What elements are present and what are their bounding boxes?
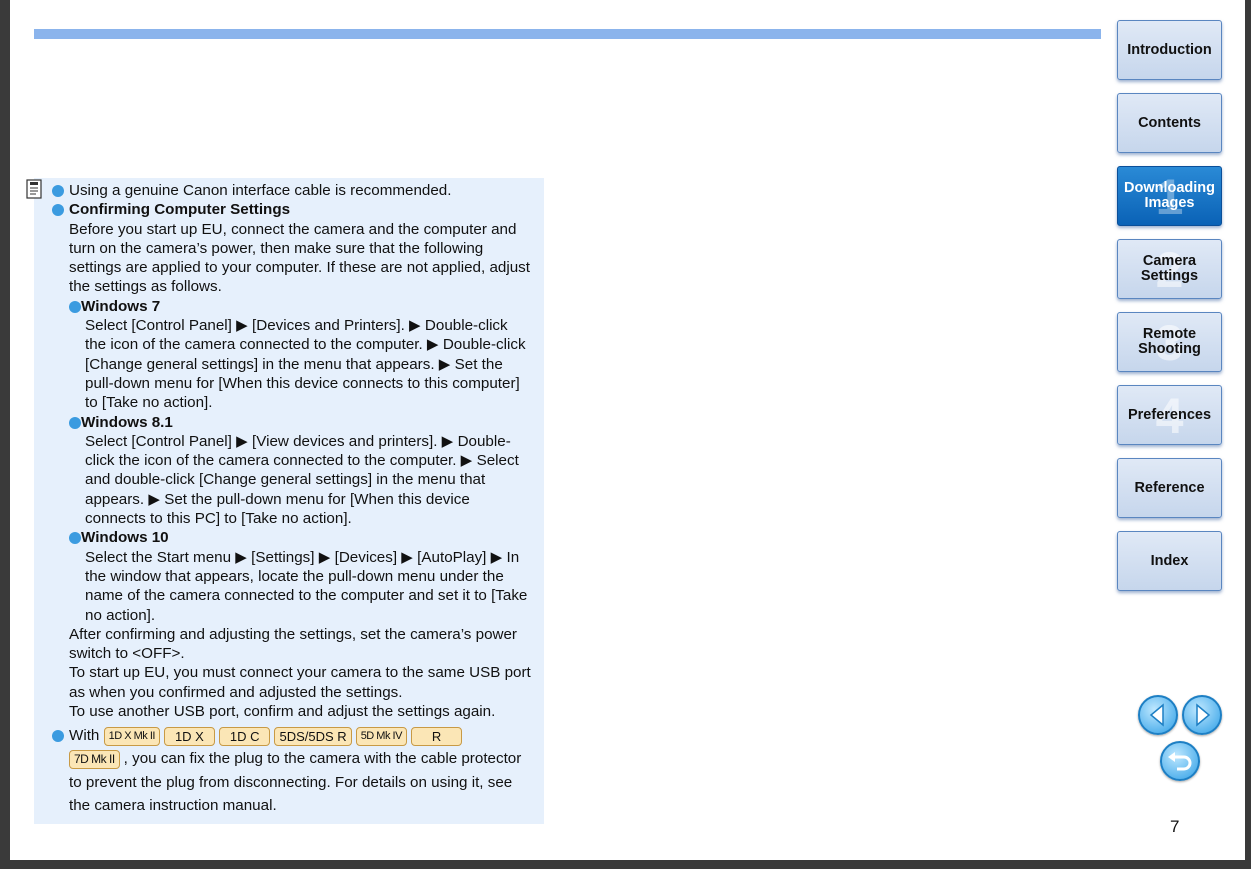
win81-text: Select [Control Panel] ▶ [View devices a… [85, 432, 519, 528]
note-content: Using a genuine Canon interface cable is… [52, 181, 532, 818]
win7-text: Select [Control Panel] ▶ [Devices and Pr… [85, 317, 526, 412]
win7-title: Windows 7 [81, 297, 161, 315]
nav-preferences-button[interactable]: 4 Preferences [1117, 385, 1222, 445]
note-text: Using a genuine Canon interface cable is… [69, 182, 452, 199]
nav-remote-shooting-button[interactable]: 3 Remote Shooting [1117, 312, 1222, 372]
nav-contents-button[interactable]: Contents [1117, 93, 1222, 153]
camera-badge: 1D C [218, 726, 271, 746]
nav-label: Index [1150, 552, 1189, 569]
bullet-dot-icon [69, 532, 81, 545]
nav-label: Preferences [1127, 406, 1212, 423]
bullet-dot-icon [52, 730, 64, 743]
return-icon [1168, 752, 1192, 771]
nav-reference-button[interactable]: Reference [1117, 458, 1222, 518]
camera-badge: 5DS/5DS R [274, 726, 352, 746]
camera-badge: 1D X Mk II [103, 726, 160, 746]
bullet-dot-icon [52, 204, 64, 217]
bullet-dot-icon [69, 416, 81, 429]
section-heading: Confirming Computer Settings [69, 201, 291, 219]
settings-intro: Before you start up EU, connect the came… [69, 220, 530, 296]
nav-introduction-button[interactable]: Introduction [1117, 20, 1222, 80]
nav-camera-settings-button[interactable]: 2 Camera Settings [1117, 239, 1222, 299]
protector-text: , you can fix the plug to the camera wit… [69, 750, 522, 815]
nav-label-line: Settings [1140, 268, 1199, 284]
nav-label: Reference [1134, 479, 1205, 496]
nav-downloading-images-button[interactable]: 1 Downloading Images [1117, 166, 1222, 226]
bullet-dot-icon [52, 185, 64, 197]
win81-heading: Windows 8.1 [52, 413, 532, 432]
win7-heading: Windows 7 [52, 297, 532, 316]
win10-text: Select the Start menu ▶ [Settings] ▶ [De… [85, 548, 528, 624]
note-bullet-settings: Confirming Computer Settings [52, 200, 532, 219]
nav-label: Camera Settings [1141, 254, 1198, 284]
nav-label: Introduction [1127, 41, 1212, 58]
nav-label-line: Camera [1142, 253, 1197, 269]
after-confirm-text: After confirming and adjusting the setti… [69, 625, 517, 663]
arrow-right-icon [1196, 703, 1211, 727]
arrow-left-icon [1149, 703, 1164, 727]
memo-icon [26, 179, 42, 199]
header-bar [34, 29, 1101, 39]
protector-text-block: 7D Mk II, you can fix the plug to the ca… [52, 747, 532, 818]
start-eu-text: To start up EU, you must connect your ca… [69, 664, 531, 701]
nav-label: Downloading Images [1124, 181, 1215, 211]
previous-page-button[interactable] [1138, 695, 1178, 735]
next-page-button[interactable] [1182, 695, 1222, 735]
win10-title: Windows 10 [81, 529, 169, 547]
nav-label-line: Images [1144, 195, 1195, 211]
nav-label-line: Downloading [1123, 180, 1215, 196]
camera-badge: 5D Mk IV [355, 726, 407, 746]
nav-index-button[interactable]: Index [1117, 531, 1222, 591]
return-button[interactable] [1160, 741, 1200, 781]
camera-badge: R [410, 726, 463, 746]
camera-badge: 1D X [163, 726, 215, 746]
nav-label-line: Remote [1142, 326, 1197, 342]
win10-heading: Windows 10 [52, 528, 532, 547]
win81-title: Windows 8.1 [81, 413, 173, 431]
with-label: With [69, 727, 100, 745]
note-bullet-protector: With 1D X Mk II 1D X 1D C 5DS/5DS R 5D Mk IV… [52, 724, 532, 747]
camera-badge: 7D Mk II [69, 749, 120, 769]
another-port-text: To use another USB port, confirm and adj… [69, 703, 496, 721]
nav-label: Contents [1138, 114, 1201, 131]
note-bullet-cable: Using a genuine Canon interface cable is… [52, 181, 532, 200]
bullet-dot-icon [69, 300, 81, 313]
nav-label-line: Shooting [1138, 341, 1201, 357]
nav-label: Remote Shooting [1138, 327, 1201, 357]
page-number: 7 [1170, 817, 1180, 836]
